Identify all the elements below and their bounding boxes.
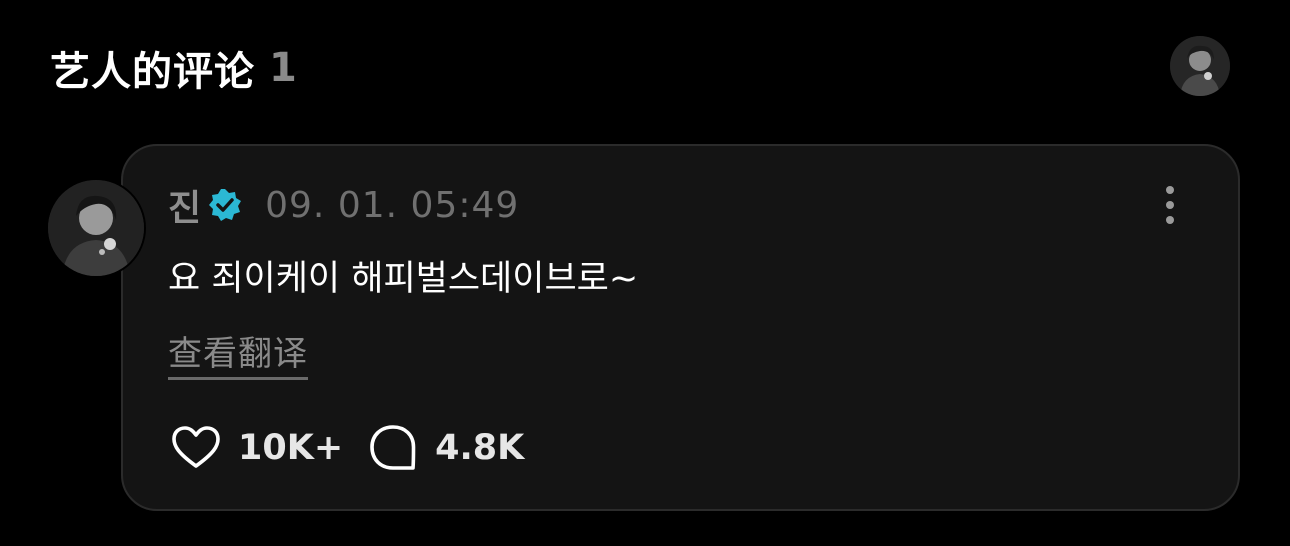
like-count: 10K+ — [238, 428, 344, 468]
more-vertical-icon[interactable] — [1150, 182, 1190, 228]
like-button[interactable]: 10K+ — [170, 422, 343, 474]
section-title: 艺人的评论 — [50, 49, 255, 95]
translate-button[interactable]: 查看翻译 — [168, 326, 308, 380]
heart-icon — [172, 426, 220, 468]
comment-bubble-icon — [370, 425, 416, 470]
comment-actions: 10K+ 4.8K — [170, 420, 524, 476]
artist-avatar-icon[interactable] — [1170, 36, 1230, 96]
comment-timestamp: 09. 01. 05:49 — [265, 184, 520, 226]
section-header: 艺人的评论 1 — [50, 38, 297, 98]
reply-count: 4.8K — [435, 428, 525, 468]
verified-badge-icon — [209, 189, 242, 221]
comment-text: 요 죄이케이 해피벌스데이브로~ — [168, 259, 639, 299]
author-avatar[interactable] — [48, 180, 144, 276]
comment-meta: 진 09. 01. 05:49 — [168, 179, 520, 231]
reply-button[interactable]: 4.8K — [367, 422, 524, 474]
author-name[interactable]: 진 — [168, 179, 201, 231]
comment-count: 1 — [269, 45, 297, 91]
